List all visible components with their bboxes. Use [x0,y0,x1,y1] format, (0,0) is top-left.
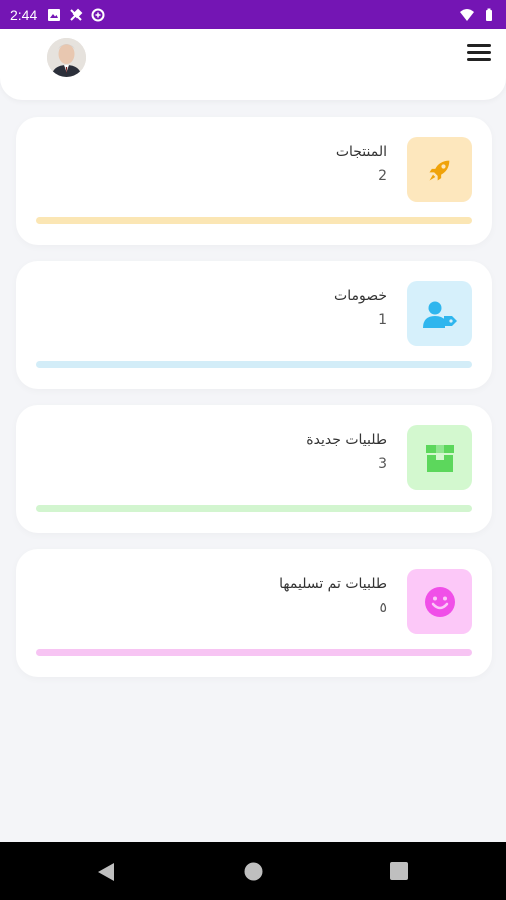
status-bar: 2:44 [0,0,506,29]
status-time: 2:44 [10,6,38,23]
new-orders-icon-box [407,425,472,490]
tools-notification-icon [70,8,83,21]
app-header [0,29,506,100]
discounts-progress-bar [36,361,472,368]
home-circle-icon[interactable] [244,862,263,881]
new-orders-progress-bar [36,505,472,512]
image-notification-icon [48,8,61,21]
battery-icon [486,8,492,21]
system-nav-bar [0,842,506,900]
back-triangle-icon[interactable] [97,862,115,882]
smile-icon [424,586,455,617]
user-tag-icon [422,301,457,328]
products-card[interactable]: المنتجات 2 [16,117,492,245]
products-count: 2 [378,168,387,184]
recents-square-icon[interactable] [390,862,408,880]
box-icon [425,444,454,472]
discounts-title: خصومات [334,288,387,304]
products-title: المنتجات [335,144,387,160]
hamburger-menu-icon[interactable] [467,44,491,64]
wifi-icon [460,8,474,21]
new-orders-card[interactable]: طلبيات جديدة 3 [16,405,492,533]
delivered-orders-count: ٥ [379,600,387,616]
products-icon-box [407,137,472,202]
new-orders-count: 3 [378,456,387,472]
discounts-card[interactable]: خصومات 1 [16,261,492,389]
avatar-image [47,38,86,77]
products-progress-bar [36,217,472,224]
rocket-icon [429,160,449,180]
delivered-orders-title: طلبيات تم تسليمها [279,576,387,592]
delivered-orders-icon-box [407,569,472,634]
data-saver-icon [91,8,105,21]
user-avatar[interactable] [47,38,86,77]
delivered-orders-progress-bar [36,649,472,656]
delivered-orders-card[interactable]: طلبيات تم تسليمها ٥ [16,549,492,677]
discounts-count: 1 [378,312,387,328]
new-orders-title: طلبيات جديدة [306,432,387,448]
discounts-icon-box [407,281,472,346]
